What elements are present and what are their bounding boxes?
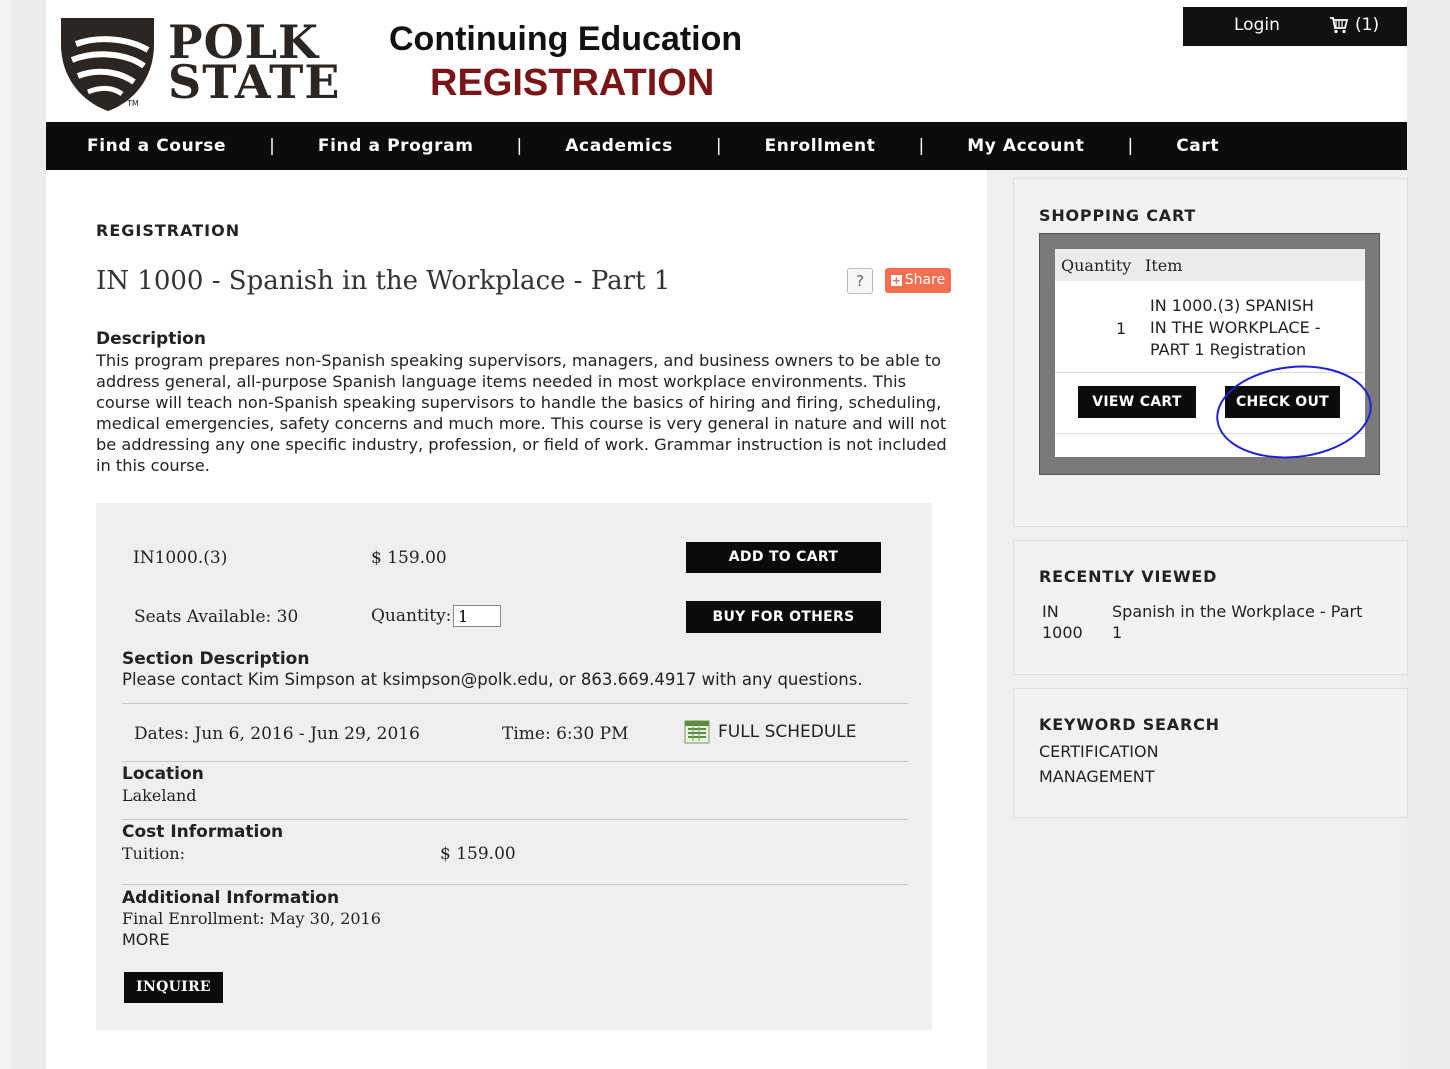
tuition-label: Tuition: [122, 844, 185, 863]
seats-available: Seats Available: 30 [134, 607, 299, 627]
nav-separator: | [1127, 136, 1134, 156]
shopping-cart-title: SHOPPING CART [1039, 206, 1197, 225]
section-description-label: Section Description [122, 649, 310, 669]
site-subtitle: REGISTRATION [430, 62, 715, 104]
shield-logo-icon [61, 18, 154, 111]
share-button[interactable]: + Share [885, 268, 951, 293]
cart-table-header: Quantity Item [1055, 249, 1365, 281]
tuition-value: $ 159.00 [440, 844, 516, 864]
nav-academics[interactable]: Academics [565, 136, 673, 156]
nav-find-a-program[interactable]: Find a Program [318, 136, 474, 156]
nav-separator: | [516, 136, 523, 156]
top-account-bar: Login (1) [1183, 7, 1407, 46]
location-label: Location [122, 764, 204, 784]
plus-icon: + [890, 273, 902, 287]
site-title: Continuing Education [389, 20, 743, 58]
logo-line-2: STATE [168, 55, 341, 109]
more-link[interactable]: MORE [122, 930, 170, 949]
recent-item-code-line: 1000 [1042, 623, 1083, 642]
help-button[interactable]: ? [847, 268, 873, 294]
additional-information-label: Additional Information [122, 888, 340, 908]
add-to-cart-button[interactable]: ADD TO CART [686, 542, 881, 573]
view-cart-button[interactable]: VIEW CART [1078, 386, 1196, 418]
section-code: IN1000.(3) [133, 548, 228, 568]
quantity-label: Quantity: [371, 606, 452, 626]
col-quantity: Quantity [1061, 256, 1132, 275]
cart-item-quantity: 1 [1116, 319, 1127, 338]
trademark: TM [127, 99, 139, 108]
col-item: Item [1145, 256, 1183, 275]
keyword-certification[interactable]: CERTIFICATION [1039, 742, 1159, 761]
cart-item-line: IN THE WORKPLACE - [1150, 318, 1321, 337]
full-schedule-label: FULL SCHEDULE [718, 722, 857, 742]
section-price: $ 159.00 [371, 548, 447, 568]
nav-find-a-course[interactable]: Find a Course [87, 136, 226, 156]
recent-item-name-line: Spanish in the Workplace - Part [1112, 602, 1363, 621]
divider [122, 884, 908, 885]
nav-separator: | [269, 136, 275, 156]
divider [122, 761, 908, 762]
quantity-input[interactable] [453, 605, 501, 627]
section-time: Time: 6:30 PM [502, 724, 629, 744]
nav-my-account[interactable]: My Account [967, 136, 1084, 156]
nav-cart[interactable]: Cart [1176, 136, 1219, 156]
cart-icon [1330, 17, 1349, 34]
full-schedule-link[interactable]: FULL SCHEDULE [684, 719, 857, 745]
inquire-button[interactable]: INQUIRE [124, 972, 223, 1003]
course-title: IN 1000 - Spanish in the Workplace - Par… [96, 266, 671, 296]
section-dates: Dates: Jun 6, 2016 - Jun 29, 2016 [134, 724, 420, 744]
divider [122, 819, 908, 820]
main-nav: Find a Course | Find a Program | Academi… [46, 122, 1407, 170]
buy-for-others-button[interactable]: BUY FOR OTHERS [686, 601, 881, 633]
cart-item-name: IN 1000.(3) SPANISH IN THE WORKPLACE - P… [1150, 295, 1321, 361]
recently-viewed-title: RECENTLY VIEWED [1039, 567, 1218, 586]
final-enrollment: Final Enrollment: May 30, 2016 [122, 909, 381, 928]
section-panel [96, 503, 932, 1030]
page-heading: REGISTRATION [96, 221, 241, 240]
nav-separator: | [918, 136, 925, 156]
divider [122, 703, 908, 704]
keyword-search-title: KEYWORD SEARCH [1039, 715, 1220, 734]
location-value: Lakeland [122, 786, 197, 805]
recent-item-name-line: 1 [1112, 623, 1123, 642]
description-text: This program prepares non-Spanish speaki… [96, 351, 947, 475]
cart-item-line: PART 1 Registration [1150, 340, 1307, 359]
login-link[interactable]: Login [1234, 15, 1280, 35]
recent-item-code-line: IN [1042, 602, 1059, 621]
description-label: Description [96, 329, 206, 349]
nav-enrollment[interactable]: Enrollment [765, 136, 876, 156]
cost-information-label: Cost Information [122, 822, 284, 842]
recent-item-code[interactable]: IN 1000 [1042, 601, 1083, 643]
schedule-icon [684, 720, 710, 744]
section-description-text: Please contact Kim Simpson at ksimpson@p… [122, 670, 863, 689]
recent-item-name[interactable]: Spanish in the Workplace - Part 1 [1112, 601, 1362, 643]
share-label: Share [904, 272, 946, 288]
cart-link[interactable]: (1) [1329, 15, 1379, 35]
page-gutter [0, 0, 10, 1069]
logo-wordmark: POLK STATE [168, 19, 341, 109]
cart-count: (1) [1355, 15, 1380, 35]
cart-item-line: IN 1000.(3) SPANISH [1150, 296, 1314, 315]
nav-separator: | [715, 136, 722, 156]
keyword-management[interactable]: MANAGEMENT [1039, 767, 1155, 786]
